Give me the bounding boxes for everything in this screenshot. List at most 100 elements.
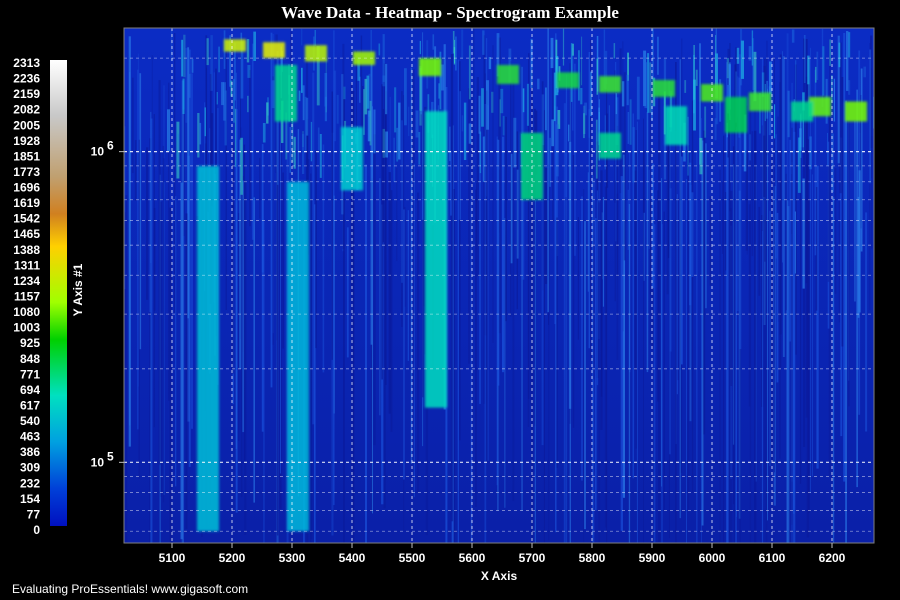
texture-streak [588,109,590,138]
texture-streak [317,127,320,151]
texture-streak [522,88,525,113]
texture-streak [253,197,255,503]
texture-streak [782,51,783,263]
colorbar-label: 1157 [14,290,40,304]
texture-streak [382,75,386,87]
ridge-mark [287,181,309,532]
texture-streak [832,197,835,544]
texture-streak [634,170,637,371]
texture-streak [715,28,717,87]
texture-streak [543,110,545,543]
texture-streak [809,136,812,170]
colorbar-label: 540 [20,414,40,428]
texture-streak [369,100,372,146]
texture-streak [549,137,551,187]
texture-streak [457,59,459,543]
ridge-mark [275,65,297,122]
texture-streak [693,54,695,114]
texture-streak [794,211,796,274]
texture-streak [650,103,653,121]
texture-streak [487,105,489,461]
texture-streak [657,190,660,402]
texture-streak [681,38,683,106]
texture-streak [596,58,599,95]
texture-streak [181,39,184,77]
texture-streak [298,90,301,102]
texture-streak [555,124,559,177]
ridge-mark [725,96,747,133]
texture-streak [150,118,153,543]
texture-streak [218,46,220,73]
texture-streak [616,193,619,360]
texture-streak [771,155,773,462]
texture-streak [705,143,707,309]
texture-streak [545,87,547,131]
texture-streak [636,76,640,120]
texture-streak [182,78,185,114]
texture-streak [302,134,305,174]
texture-streak [598,99,600,130]
texture-streak [183,34,186,78]
ridge-mark [419,58,441,77]
chart-title: Wave Data - Heatmap - Spectrogram Exampl… [281,3,619,22]
texture-streak [595,218,597,511]
texture-streak [865,212,868,432]
texture-streak [748,204,751,407]
texture-streak [224,90,227,146]
texture-streak [854,120,856,302]
texture-streak [620,176,623,531]
texture-streak [393,137,395,182]
texture-streak [806,139,810,538]
texture-streak [863,66,866,78]
texture-streak [583,113,585,139]
x-tick-label: 5400 [339,551,366,565]
texture-streak [505,116,507,322]
colorbar [50,60,67,526]
y-tick-label-base: 10 [91,455,105,469]
texture-streak [774,104,776,139]
texture-streak [221,82,224,106]
texture-streak [301,67,303,93]
texture-streak [382,128,385,158]
texture-streak [453,189,455,543]
texture-streak [346,227,349,358]
texture-streak [629,99,632,145]
texture-streak [381,84,383,380]
texture-streak [600,220,603,397]
texture-streak [547,28,549,313]
texture-streak [751,131,754,257]
texture-streak [315,150,317,349]
colorbar-label: 771 [20,367,40,381]
x-tick-label: 5800 [579,551,606,565]
texture-streak [322,144,325,373]
colorbar-label: 2005 [13,118,40,132]
texture-streak [811,174,813,477]
texture-streak [827,132,828,166]
texture-streak [455,36,457,71]
texture-streak [331,91,333,360]
texture-streak [871,68,872,179]
colorbar-label: 1465 [13,227,40,241]
texture-streak [497,139,500,386]
y-tick-label-exponent: 6 [107,139,114,153]
texture-streak [492,45,494,343]
texture-streak [137,69,139,430]
ridge-mark [425,111,447,408]
texture-streak [838,42,841,68]
texture-streak [534,200,536,543]
texture-streak [243,144,246,464]
texture-streak [761,125,763,231]
x-tick-labels: 5100 5200 5300 5400 5500 5600 5700 5800 5900 6000… [159,543,846,565]
ridge-mark [305,45,327,62]
colorbar-label: 386 [20,445,40,459]
texture-streak [807,55,810,85]
texture-streak [190,73,193,429]
y-axis-label: Y Axis #1 [71,263,85,316]
texture-streak [363,89,365,135]
texture-streak [484,104,487,543]
texture-streak [160,201,162,497]
colorbar-label: 0 [33,523,40,537]
texture-streak [785,173,787,311]
texture-streak [643,118,644,543]
texture-streak [562,28,565,66]
